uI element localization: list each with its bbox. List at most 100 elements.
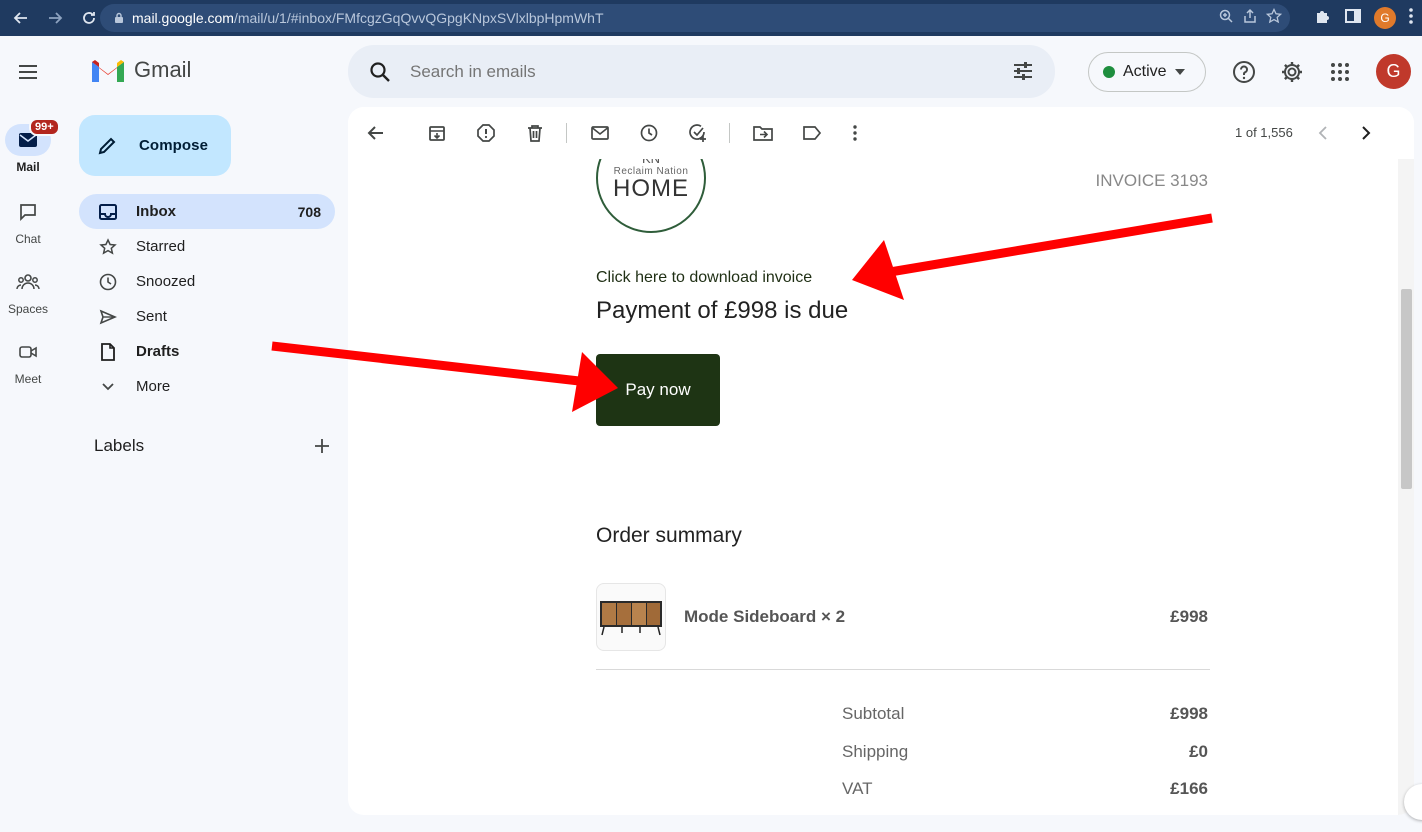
vat-value: £166 [1170,779,1208,798]
rail-label-meet: Meet [14,372,42,386]
status-dropdown[interactable]: Active [1088,52,1206,92]
inbox-icon [97,201,119,223]
pencil-icon [98,137,116,154]
chevron-down-icon [97,376,119,398]
chat-icon [20,204,36,222]
bookmark-star-icon[interactable] [1265,7,1283,29]
rail-label-mail: Mail [16,160,40,174]
label-tag-icon[interactable] [800,121,824,145]
search-bar [348,45,1055,98]
search-icon[interactable] [368,60,392,84]
subtotal-label: Subtotal [842,704,905,723]
extensions-puzzle-icon[interactable] [1314,7,1332,30]
add-label-plus-icon[interactable] [314,438,330,454]
rail-item-chat[interactable]: Chat [0,196,56,246]
rail-item-meet[interactable]: Meet [0,336,56,386]
sidebar-label-more: More [136,378,171,395]
sideboard-image [600,601,662,636]
inbox-count: 708 [297,203,321,220]
rail-item-spaces[interactable]: Spaces [0,266,56,316]
summary-divider [596,669,1210,670]
sidebar-label-inbox: Inbox [136,203,176,220]
address-bar[interactable]: mail.google.com/mail/u/1/#inbox/FMfcgzGq… [100,4,1290,32]
move-to-folder-icon[interactable] [751,121,775,145]
settings-gear-icon[interactable] [1278,58,1306,86]
shipping-value: £0 [1189,742,1208,761]
report-spam-icon[interactable] [474,121,498,145]
sidebar-item-starred[interactable]: Starred [79,229,335,264]
more-options-vertical-icon[interactable] [843,121,867,145]
item-price: £998 [1170,607,1208,626]
search-options-sliders-icon[interactable] [1011,59,1035,83]
sidebar-nav: Inbox 708 Starred Snoozed Sent Drafts Mo… [79,194,335,404]
mark-unread-envelope-icon[interactable] [588,121,612,145]
sidebar-item-more[interactable]: More [79,369,335,404]
side-panel-icon[interactable] [1344,7,1362,30]
product-thumbnail [596,583,666,651]
back-to-inbox-icon[interactable] [364,121,388,145]
brand-word: HOME [613,175,689,202]
sidebar-item-sent[interactable]: Sent [79,299,335,334]
download-invoice-link[interactable]: Click here to download invoice [596,269,812,287]
compose-button[interactable]: Compose [79,115,231,176]
item-name: Mode Sideboard × 2 [684,607,846,626]
message-view: KN Reclaim Nation HOME INVOICE 3193 Clic… [348,107,1414,815]
gmail-logo[interactable]: Gmail [90,56,191,84]
rail-label-spaces: Spaces [7,302,49,316]
clock-icon [97,271,119,293]
browser-profile-avatar[interactable]: G [1374,7,1396,29]
invoice-number: INVOICE 3193 [1095,171,1208,190]
meet-video-icon [19,346,37,358]
draft-file-icon [97,341,119,363]
url-path: /mail/u/1/#inbox/FMfcgzGqQvvQGpgKNpxSVlx… [233,10,604,26]
sidebar-label-starred: Starred [136,238,186,255]
newer-chevron-left-icon[interactable] [1311,121,1335,145]
labels-section-header: Labels [94,436,330,456]
spaces-icon [16,274,40,290]
pay-now-button[interactable]: Pay now [596,354,720,426]
older-chevron-right-icon[interactable] [1354,121,1378,145]
subtotal-value: £998 [1170,704,1208,723]
vat-label: VAT [842,779,873,798]
rail-item-mail[interactable]: 99+ Mail [0,118,60,174]
share-icon[interactable] [1242,8,1258,29]
active-status-dot [1103,66,1115,78]
help-icon[interactable] [1230,58,1258,86]
delete-trash-icon[interactable] [523,121,547,145]
lock-icon [106,12,132,24]
snooze-clock-icon[interactable] [637,121,661,145]
browser-toolbar: mail.google.com/mail/u/1/#inbox/FMfcgzGq… [0,0,1422,36]
email-body: KN Reclaim Nation HOME INVOICE 3193 Clic… [348,107,1398,815]
gmail-m-icon [92,60,124,82]
archive-icon[interactable] [425,121,449,145]
main-menu-icon[interactable] [16,60,40,84]
toolbar-separator [566,123,567,143]
search-input[interactable] [410,61,970,82]
sidebar-item-drafts[interactable]: Drafts [79,334,335,369]
sidebar-label-snoozed: Snoozed [136,273,196,290]
url-host: mail.google.com [132,10,234,26]
caret-down-icon [1174,69,1185,75]
rail-label-chat: Chat [15,232,41,246]
app-name: Gmail [134,57,192,82]
scrollbar-thumb[interactable] [1401,289,1412,489]
apps-grid-icon[interactable] [1326,58,1354,86]
account-avatar[interactable]: G [1376,54,1411,89]
toolbar-separator [729,123,730,143]
payment-due-heading: Payment of £998 is due [596,297,849,324]
mail-badge: 99+ [29,118,60,136]
message-toolbar: 1 of 1,556 [348,107,1414,159]
zoom-icon[interactable] [1218,8,1234,29]
labels-heading: Labels [94,436,145,455]
url-text: mail.google.com/mail/u/1/#inbox/FMfcgzGq… [132,10,604,26]
sidebar-item-inbox[interactable]: Inbox 708 [79,194,335,229]
app-rail: 99+ Mail Chat Spaces Meet [0,36,66,832]
shipping-label: Shipping [842,742,909,761]
browser-menu-icon[interactable] [1408,7,1414,30]
sidebar-label-drafts: Drafts [136,343,180,360]
add-to-tasks-icon[interactable] [686,121,710,145]
forward-arrow-icon[interactable] [40,3,70,33]
sidebar-item-snoozed[interactable]: Snoozed [79,264,335,299]
back-arrow-icon[interactable] [6,3,36,33]
send-icon [97,306,119,328]
